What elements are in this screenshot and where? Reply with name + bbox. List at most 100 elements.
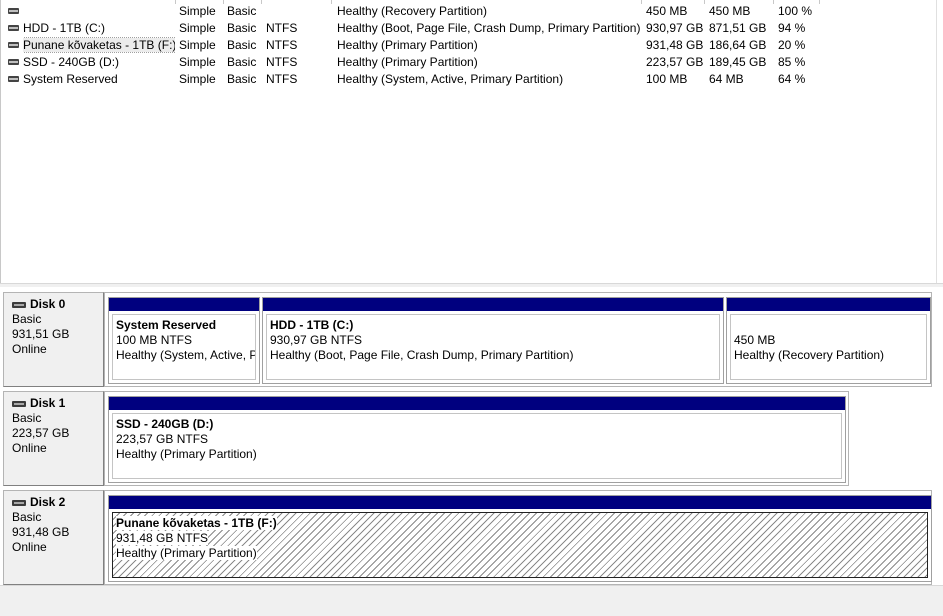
partition-bar: [109, 397, 845, 410]
disk-label[interactable]: Disk 2 Basic 931,48 GB Online: [3, 490, 104, 585]
disk-name: Disk 0: [30, 297, 66, 311]
volume-drive-icon: [8, 25, 19, 31]
partition-bar: [727, 298, 930, 311]
volume-capacity: 223,57 GB: [646, 55, 704, 69]
volume-name: Punane kõvaketas - 1TB (F:): [23, 37, 175, 53]
partition-status: Healthy (Primary Partition): [116, 546, 257, 560]
volume-percent-free: 100 %: [778, 4, 813, 18]
partition-bar: [109, 496, 931, 509]
volume-free-space: 450 MB: [709, 4, 751, 18]
volume-layout: Simple: [179, 72, 216, 86]
volume-file-system: NTFS: [266, 55, 298, 69]
disk-state: Online: [12, 342, 47, 356]
volume-layout: Simple: [179, 38, 216, 52]
disk-size: 931,51 GB: [12, 327, 70, 341]
disk-title: Disk 2: [12, 495, 103, 510]
volume-drive-icon: [8, 8, 19, 14]
partition-ssd-d[interactable]: SSD - 240GB (D:) 223,57 GB NTFS Healthy …: [108, 396, 846, 483]
volume-row[interactable]: System Reserved Simple Basic NTFS Health…: [1, 71, 942, 88]
volume-type: Basic: [227, 4, 257, 18]
partition-status-wrap: Healthy (Primary Partition): [116, 546, 927, 561]
volume-status: Healthy (System, Active, Primary Partiti…: [337, 72, 564, 86]
partition-size: 223,57 GB NTFS: [116, 432, 209, 446]
partition-name-wrap: Punane kõvaketas - 1TB (F:): [116, 516, 927, 531]
partition-recovery[interactable]: 450 MB Healthy (Recovery Partition): [726, 297, 931, 384]
partition-body-selected: Punane kõvaketas - 1TB (F:) 931,48 GB NT…: [112, 512, 928, 578]
volume-name: System Reserved: [23, 72, 118, 86]
disk-label[interactable]: Disk 0 Basic 931,51 GB Online: [3, 292, 104, 387]
volume-type: Basic: [227, 38, 257, 52]
volume-list[interactable]: Simple Basic Healthy (Recovery Partition…: [0, 0, 943, 283]
partition-status: Healthy (Recovery Partition): [734, 348, 885, 362]
volume-name: SSD - 240GB (D:): [23, 55, 120, 69]
disk-row-1: Disk 1 Basic 223,57 GB Online SSD - 240G…: [3, 389, 943, 486]
partition-bar: [109, 298, 259, 311]
volume-free-space: 189,45 GB: [709, 55, 767, 69]
partition-body: HDD - 1TB (C:) 930,97 GB NTFS Healthy (B…: [266, 314, 720, 380]
volume-row[interactable]: SSD - 240GB (D:) Simple Basic NTFS Healt…: [1, 54, 942, 71]
volume-row[interactable]: Simple Basic Healthy (Recovery Partition…: [1, 3, 942, 20]
partition-body: System Reserved 100 MB NTFS Healthy (Sys…: [112, 314, 256, 380]
volume-type: Basic: [227, 72, 257, 86]
partition-size: 450 MB: [734, 333, 776, 347]
disk-drive-icon: [12, 400, 26, 407]
disk-title: Disk 0: [12, 297, 103, 312]
disk-partition-area: SSD - 240GB (D:) 223,57 GB NTFS Healthy …: [104, 391, 849, 486]
volume-free-space: 871,51 GB: [709, 21, 767, 35]
status-strip: [0, 585, 943, 616]
disk-row-0: Disk 0 Basic 931,51 GB Online System Res…: [3, 290, 943, 387]
partition-punane-f-selected[interactable]: Punane kõvaketas - 1TB (F:) 931,48 GB NT…: [108, 495, 932, 582]
partition-status: Healthy (Primary Partition): [116, 447, 257, 461]
disk-type: Basic: [12, 411, 42, 425]
disk-graphical-view[interactable]: Disk 0 Basic 931,51 GB Online System Res…: [0, 287, 943, 616]
disk-title: Disk 1: [12, 396, 103, 411]
disk-state: Online: [12, 441, 47, 455]
volume-drive-icon: [8, 76, 19, 82]
partition-body: 450 MB Healthy (Recovery Partition): [730, 314, 927, 380]
disk-row-2: Disk 2 Basic 931,48 GB Online Punane kõv…: [3, 488, 943, 585]
disk-drive-icon: [12, 301, 26, 308]
volume-layout: Simple: [179, 55, 216, 69]
disk-name: Disk 1: [30, 396, 66, 410]
volume-percent-free: 94 %: [778, 21, 806, 35]
disk-name: Disk 2: [30, 495, 66, 509]
volume-file-system: NTFS: [266, 72, 298, 86]
disk-partition-area: Punane kõvaketas - 1TB (F:) 931,48 GB NT…: [104, 490, 932, 585]
volume-status: Healthy (Boot, Page File, Crash Dump, Pr…: [337, 21, 641, 35]
volume-drive-icon: [8, 42, 19, 48]
partition-hdd-c[interactable]: HDD - 1TB (C:) 930,97 GB NTFS Healthy (B…: [262, 297, 724, 384]
volume-percent-free: 85 %: [778, 55, 806, 69]
volume-capacity: 100 MB: [646, 72, 688, 86]
disk-size: 223,57 GB: [12, 426, 70, 440]
partition-name: [734, 318, 926, 333]
volume-layout: Simple: [179, 21, 216, 35]
volume-status: Healthy (Primary Partition): [337, 38, 478, 52]
disk-drive-icon: [12, 499, 26, 506]
volume-status: Healthy (Recovery Partition): [337, 4, 488, 18]
volume-free-space: 64 MB: [709, 72, 744, 86]
partition-system-reserved[interactable]: System Reserved 100 MB NTFS Healthy (Sys…: [108, 297, 260, 384]
vertical-scrollbar[interactable]: [936, 0, 943, 283]
disk-type: Basic: [12, 510, 42, 524]
disk-label[interactable]: Disk 1 Basic 223,57 GB Online: [3, 391, 104, 486]
volume-drive-icon: [8, 59, 19, 65]
partition-size: 931,48 GB NTFS: [116, 531, 209, 545]
volume-row-selected[interactable]: Punane kõvaketas - 1TB (F:) Simple Basic…: [1, 37, 942, 54]
partition-name: HDD - 1TB (C:): [270, 318, 354, 332]
volume-percent-free: 64 %: [778, 72, 806, 86]
partition-size-wrap: 931,48 GB NTFS: [116, 531, 927, 546]
volume-status: Healthy (Primary Partition): [337, 55, 478, 69]
partition-name: System Reserved: [116, 318, 217, 332]
volume-type: Basic: [227, 55, 257, 69]
volume-free-space: 186,64 GB: [709, 38, 767, 52]
volume-capacity: 931,48 GB: [646, 38, 704, 52]
disk-partition-area: System Reserved 100 MB NTFS Healthy (Sys…: [104, 292, 932, 387]
partition-bar: [263, 298, 723, 311]
volume-capacity: 450 MB: [646, 4, 688, 18]
disk-size: 931,48 GB: [12, 525, 70, 539]
volume-file-system: NTFS: [266, 21, 298, 35]
partition-body: SSD - 240GB (D:) 223,57 GB NTFS Healthy …: [112, 413, 842, 479]
volume-type: Basic: [227, 21, 257, 35]
disk-state: Online: [12, 540, 47, 554]
volume-row[interactable]: HDD - 1TB (C:) Simple Basic NTFS Healthy…: [1, 20, 942, 37]
